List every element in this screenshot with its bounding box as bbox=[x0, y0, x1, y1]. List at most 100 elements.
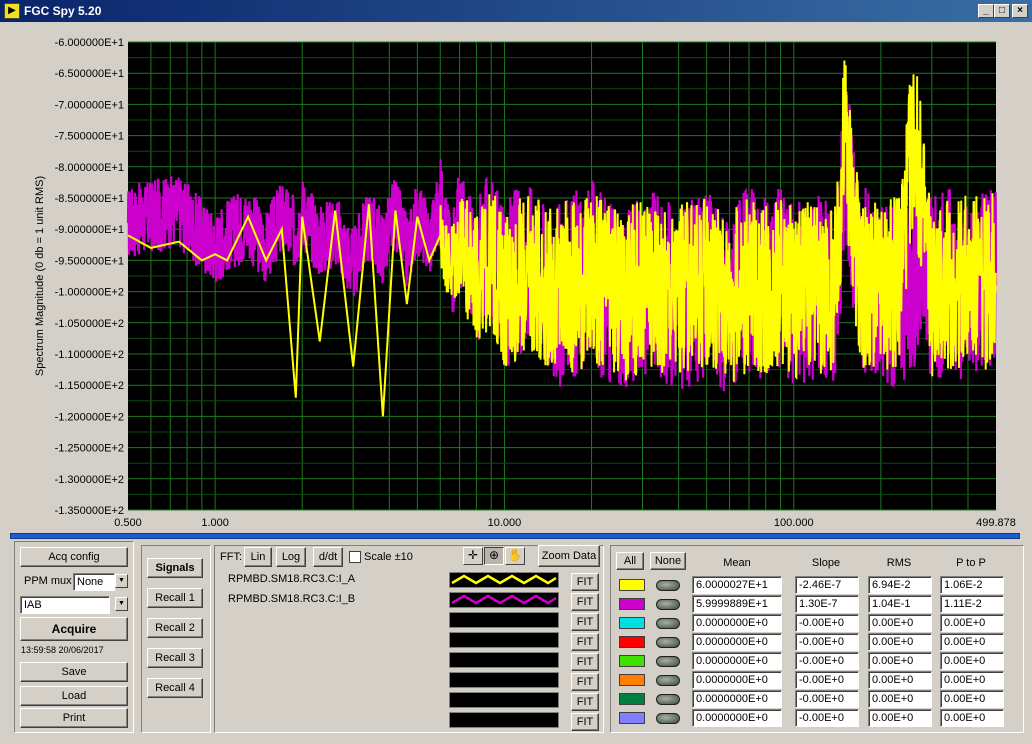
signal-select-field[interactable]: IAB bbox=[20, 596, 110, 614]
stat-ptop-value: 0.00E+0 bbox=[940, 614, 1004, 632]
save-button[interactable]: Save bbox=[20, 662, 128, 682]
y-tick-label: -1.350000E+2 bbox=[55, 505, 124, 517]
fit-button[interactable]: FIT bbox=[571, 613, 599, 631]
y-tick-label: -1.250000E+2 bbox=[55, 443, 124, 455]
y-tick-label: -6.500000E+1 bbox=[55, 68, 124, 80]
signals-button[interactable]: Signals bbox=[147, 558, 203, 578]
recall-1-button[interactable]: Recall 1 bbox=[147, 588, 203, 608]
signal-name[interactable]: RPMBD.SM18.RC3.C:I_B bbox=[228, 593, 355, 605]
stat-mean-value: 0.0000000E+0 bbox=[692, 671, 782, 689]
acq-config-button[interactable]: Acq config bbox=[20, 547, 128, 567]
y-tick-label: -6.000000E+1 bbox=[55, 37, 124, 49]
fit-button[interactable]: FIT bbox=[571, 593, 599, 611]
select-none-button[interactable]: None bbox=[650, 552, 686, 570]
signal-trace-swatch[interactable] bbox=[449, 572, 559, 588]
series-color-chip bbox=[619, 674, 645, 686]
fft-label: FFT: bbox=[220, 551, 242, 563]
minimize-button[interactable]: _ bbox=[978, 4, 994, 18]
signal-trace-swatch[interactable] bbox=[449, 692, 559, 708]
ppm-mux-label: PPM mux bbox=[24, 575, 72, 587]
fit-button[interactable]: FIT bbox=[571, 673, 599, 691]
stat-slope-value: -0.00E+0 bbox=[795, 671, 859, 689]
title-bar: ▶ FGC Spy 5.20 _ □ × bbox=[0, 0, 1032, 22]
series-color-chip bbox=[619, 693, 645, 705]
ppm-mux-field[interactable]: None bbox=[73, 573, 115, 591]
zoom-data-button[interactable]: Zoom Data bbox=[538, 545, 600, 567]
splitter-bar[interactable] bbox=[10, 533, 1020, 539]
series-enable-toggle[interactable] bbox=[656, 694, 680, 705]
y-tick-label: -8.500000E+1 bbox=[55, 193, 124, 205]
x-tick-label: 0.500 bbox=[114, 517, 142, 529]
stat-rms-value: 0.00E+0 bbox=[868, 633, 932, 651]
signal-name[interactable]: RPMBD.SM18.RC3.C:I_A bbox=[228, 573, 355, 585]
ppm-mux-dropdown-icon[interactable]: ▼ bbox=[115, 574, 128, 588]
x-tick-label: 1.000 bbox=[201, 517, 229, 529]
rms-column-header: RMS bbox=[886, 557, 912, 569]
zoom-tool-icon[interactable]: ⊕ bbox=[484, 547, 504, 565]
series-enable-toggle[interactable] bbox=[656, 599, 680, 610]
stat-ptop-value: 1.11E-2 bbox=[940, 595, 1004, 613]
signal-trace-swatch[interactable] bbox=[449, 592, 559, 608]
fft-lin-button[interactable]: Lin bbox=[244, 547, 272, 567]
trace-sample-icon bbox=[451, 594, 557, 605]
y-tick-label: -9.500000E+1 bbox=[55, 255, 124, 267]
signal-trace-swatch[interactable] bbox=[449, 652, 559, 668]
series-enable-toggle[interactable] bbox=[656, 637, 680, 648]
fit-button[interactable]: FIT bbox=[571, 693, 599, 711]
fit-button[interactable]: FIT bbox=[571, 653, 599, 671]
fit-button[interactable]: FIT bbox=[571, 633, 599, 651]
acquire-button[interactable]: Acquire bbox=[20, 617, 128, 641]
stat-rms-value: 6.94E-2 bbox=[868, 576, 932, 594]
signal-select-dropdown-icon[interactable]: ▼ bbox=[115, 597, 128, 611]
y-tick-label: -1.300000E+2 bbox=[55, 474, 124, 486]
series-enable-toggle[interactable] bbox=[656, 713, 680, 724]
scale-checkbox[interactable] bbox=[349, 551, 361, 563]
stat-ptop-value: 0.00E+0 bbox=[940, 671, 1004, 689]
recall-2-button[interactable]: Recall 2 bbox=[147, 618, 203, 638]
signal-trace-swatch[interactable] bbox=[449, 612, 559, 628]
x-tick-label: 100.000 bbox=[774, 517, 814, 529]
y-tick-label: -1.100000E+2 bbox=[55, 349, 124, 361]
fit-button[interactable]: FIT bbox=[571, 713, 599, 731]
fft-log-button[interactable]: Log bbox=[276, 547, 306, 567]
stat-slope-value: -0.00E+0 bbox=[795, 614, 859, 632]
series-color-chip bbox=[619, 579, 645, 591]
stat-rms-value: 1.04E-1 bbox=[868, 595, 932, 613]
load-button[interactable]: Load bbox=[20, 686, 128, 706]
scale-label: Scale ±10 bbox=[364, 551, 413, 563]
stat-ptop-value: 0.00E+0 bbox=[940, 690, 1004, 708]
series-enable-toggle[interactable] bbox=[656, 580, 680, 591]
signal-trace-swatch[interactable] bbox=[449, 712, 559, 728]
y-tick-label: -1.000000E+2 bbox=[55, 287, 124, 299]
stat-mean-value: 0.0000000E+0 bbox=[692, 633, 782, 651]
stat-ptop-value: 0.00E+0 bbox=[940, 652, 1004, 670]
recall-3-button[interactable]: Recall 3 bbox=[147, 648, 203, 668]
crosshair-cursor-icon[interactable]: ✛ bbox=[463, 547, 483, 565]
stat-mean-value: 0.0000000E+0 bbox=[692, 614, 782, 632]
y-tick-label: -7.000000E+1 bbox=[55, 99, 124, 111]
spectrum-chart[interactable]: -6.000000E+1 -6.500000E+1 -7.000000E+1 -7.5… bbox=[6, 24, 1026, 532]
print-button[interactable]: Print bbox=[20, 708, 128, 728]
y-tick-label: -1.200000E+2 bbox=[55, 411, 124, 423]
stat-rms-value: 0.00E+0 bbox=[868, 709, 932, 727]
ddt-button[interactable]: d/dt bbox=[313, 547, 343, 567]
series-enable-toggle[interactable] bbox=[656, 618, 680, 629]
series-enable-toggle[interactable] bbox=[656, 675, 680, 686]
stat-mean-value: 5.9999889E+1 bbox=[692, 595, 782, 613]
stat-ptop-value: 0.00E+0 bbox=[940, 633, 1004, 651]
select-all-button[interactable]: All bbox=[616, 552, 644, 570]
signal-trace-swatch[interactable] bbox=[449, 632, 559, 648]
stat-mean-value: 6.0000027E+1 bbox=[692, 576, 782, 594]
pan-hand-icon[interactable]: ✋ bbox=[505, 547, 525, 565]
series-color-chip bbox=[619, 598, 645, 610]
stat-rms-value: 0.00E+0 bbox=[868, 671, 932, 689]
signal-trace-swatch[interactable] bbox=[449, 672, 559, 688]
series-enable-toggle[interactable] bbox=[656, 656, 680, 667]
maximize-button[interactable]: □ bbox=[994, 4, 1010, 18]
close-button[interactable]: × bbox=[1012, 4, 1028, 18]
fit-button[interactable]: FIT bbox=[571, 573, 599, 591]
y-tick-label: -1.050000E+2 bbox=[55, 318, 124, 330]
recall-4-button[interactable]: Recall 4 bbox=[147, 678, 203, 698]
stat-ptop-value: 0.00E+0 bbox=[940, 709, 1004, 727]
stat-slope-value: -0.00E+0 bbox=[795, 690, 859, 708]
